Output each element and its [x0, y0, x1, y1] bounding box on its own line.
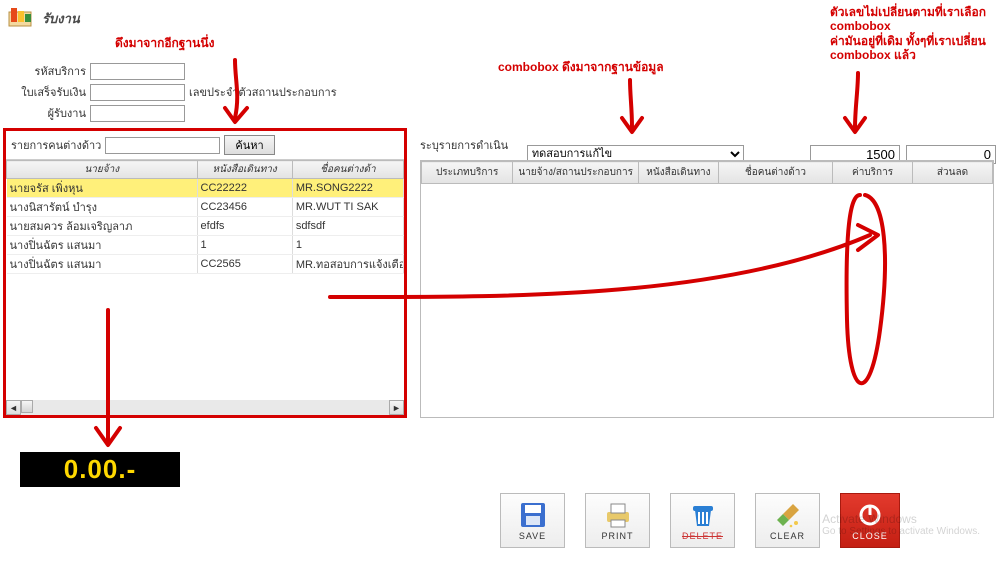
service-code-input[interactable]: [90, 63, 185, 80]
receipt-no-input[interactable]: [90, 84, 185, 101]
print-button[interactable]: PRINT: [585, 493, 650, 548]
svc-col-alien[interactable]: ชื่อคนต่างด้าว: [718, 162, 832, 184]
service-grid-panel: ประเภทบริการ นายจ้าง/สถานประกอบการ หนังส…: [420, 160, 994, 418]
alien-grid-col-passport[interactable]: หนังสือเดินทาง: [197, 161, 292, 179]
scroll-left-icon[interactable]: ◄: [6, 400, 21, 415]
save-button[interactable]: SAVE: [500, 493, 565, 548]
table-row[interactable]: นางปิ่นฉัตร แสนมา11: [7, 236, 404, 255]
table-cell[interactable]: นางปิ่นฉัตร แสนมา: [7, 255, 198, 274]
service-code-label: รหัสบริการ: [34, 62, 90, 80]
table-row[interactable]: นายจรัส เพิ่งหุนCC22222MR.SONG2222: [7, 179, 404, 198]
alien-grid-hscroll[interactable]: ◄ ►: [6, 400, 404, 415]
table-cell[interactable]: CC23456: [197, 198, 292, 217]
table-cell[interactable]: MR.ทอสอบการแจ้งเตือน: [292, 255, 403, 274]
table-row[interactable]: นายสมควร ล้อมเจริญลาภefdfssdfsdf: [7, 217, 404, 236]
search-button[interactable]: ค้นหา: [224, 135, 274, 155]
id-no-label: เลขประจำตัวสถานประกอบการ: [185, 83, 405, 101]
svc-col-employer[interactable]: นายจ้าง/สถานประกอบการ: [513, 162, 639, 184]
close-button[interactable]: CLOSE: [840, 493, 900, 548]
table-cell[interactable]: 1: [197, 236, 292, 255]
alien-list-label: รายการคนต่างด้าว: [11, 136, 101, 154]
receiver-input[interactable]: [90, 105, 185, 122]
annotation-combobox: combobox ดึงมาจากฐานข้อมูล: [498, 60, 664, 74]
table-row[interactable]: นางนิสารัตน์ บำรุงCC23456MR.WUT TI SAK: [7, 198, 404, 217]
annotation-left-source: ดึงมาจากอีกฐานนึ่ง: [115, 36, 214, 50]
table-cell[interactable]: 1: [292, 236, 403, 255]
clear-button[interactable]: CLEAR: [755, 493, 820, 548]
save-icon: [519, 501, 547, 529]
table-cell[interactable]: efdfs: [197, 217, 292, 236]
table-cell[interactable]: CC22222: [197, 179, 292, 198]
table-cell[interactable]: sdfsdf: [292, 217, 403, 236]
brush-icon: [774, 501, 802, 529]
alien-grid-col-name[interactable]: ชื่อคนต่างด้า: [292, 161, 403, 179]
table-cell[interactable]: MR.SONG2222: [292, 179, 403, 198]
scroll-thumb[interactable]: [21, 400, 33, 413]
total-display: 0.00.-: [20, 452, 180, 487]
delete-button[interactable]: DELETE: [670, 493, 735, 548]
table-cell[interactable]: นายจรัส เพิ่งหุน: [7, 179, 198, 198]
svc-col-type[interactable]: ประเภทบริการ: [422, 162, 513, 184]
svc-col-fee[interactable]: ค่าบริการ: [833, 162, 913, 184]
service-grid[interactable]: ประเภทบริการ นายจ้าง/สถานประกอบการ หนังส…: [421, 161, 993, 184]
alien-list-panel: รายการคนต่างด้าว ค้นหา นายจ้าง หนังสือเด…: [3, 128, 407, 418]
svc-col-passport[interactable]: หนังสือเดินทาง: [638, 162, 718, 184]
receiver-label: ผู้รับงาน: [48, 104, 90, 122]
printer-icon: [604, 501, 632, 529]
alien-grid-col-employer[interactable]: นายจ้าง: [7, 161, 198, 179]
table-cell[interactable]: นางนิสารัตน์ บำรุง: [7, 198, 198, 217]
table-cell[interactable]: MR.WUT TI SAK: [292, 198, 403, 217]
alien-search-input[interactable]: [105, 137, 220, 154]
table-cell[interactable]: นายสมควร ล้อมเจริญลาภ: [7, 217, 198, 236]
table-cell[interactable]: CC2565: [197, 255, 292, 274]
scroll-right-icon[interactable]: ►: [389, 400, 404, 415]
trash-icon: [689, 501, 717, 529]
window-title: รับงาน: [42, 8, 80, 29]
table-cell[interactable]: นางปิ่นฉัตร แสนมา: [7, 236, 198, 255]
receipt-no-label: ใบเสร็จรับเงิน: [21, 83, 90, 101]
app-icon: [8, 6, 36, 30]
power-icon: [856, 501, 884, 529]
table-row[interactable]: นางปิ่นฉัตร แสนมาCC2565MR.ทอสอบการแจ้งเต…: [7, 255, 404, 274]
svc-col-discount[interactable]: ส่วนลด: [913, 162, 993, 184]
annotation-number-stale: ตัวเลขไม่เปลี่ยนตามที่เราเลือก combobox …: [830, 5, 986, 63]
alien-grid[interactable]: นายจ้าง หนังสือเดินทาง ชื่อคนต่างด้า นาย…: [6, 160, 404, 274]
